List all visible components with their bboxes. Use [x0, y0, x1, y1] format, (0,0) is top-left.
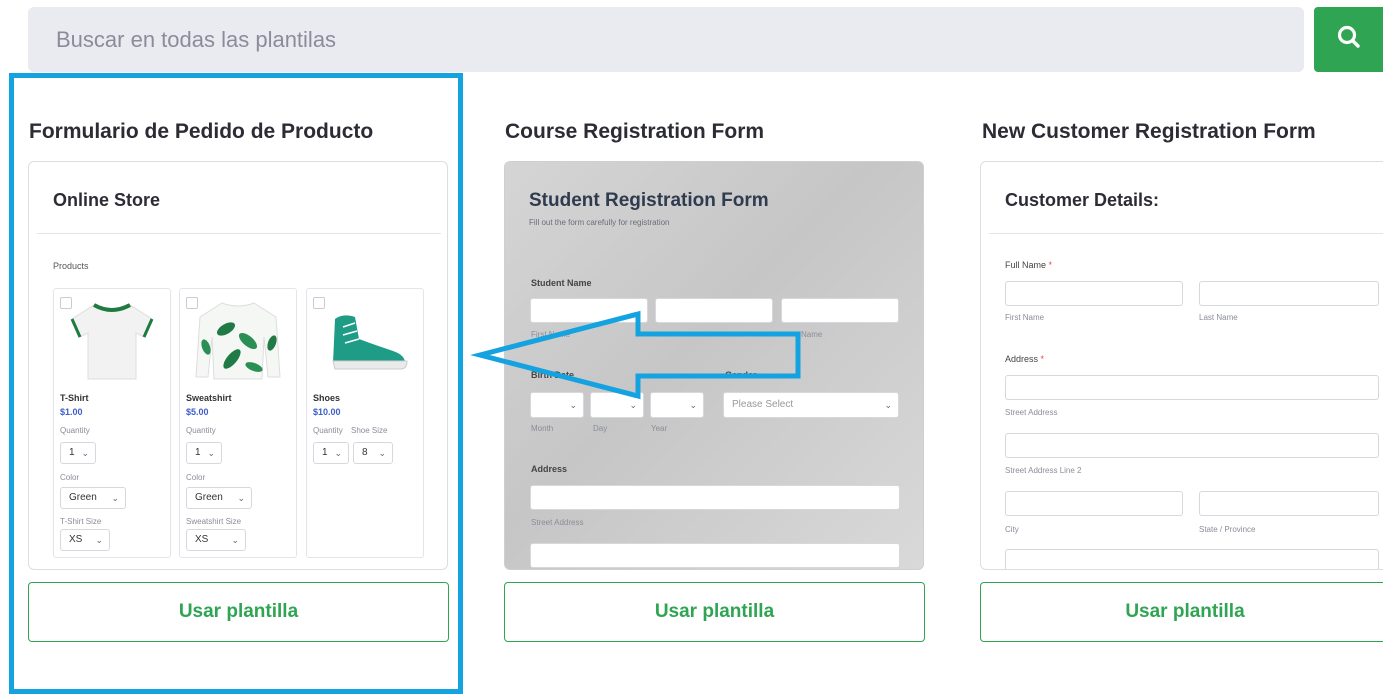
month-sublabel: Month [531, 424, 554, 433]
selection-highlight [9, 73, 463, 694]
address-label: Address * [1005, 354, 1045, 364]
divider [989, 233, 1383, 234]
street-address-line2-input[interactable] [1005, 433, 1379, 458]
last-name-input[interactable] [1199, 281, 1379, 306]
street-address-line2-input[interactable] [530, 543, 900, 568]
student-name-label: Student Name [531, 278, 592, 288]
card-title: Course Registration Form [505, 120, 765, 143]
street-address-input[interactable] [530, 485, 900, 510]
street-address-input[interactable] [1005, 375, 1379, 400]
full-name-label: Full Name * [1005, 260, 1053, 270]
state-input[interactable] [1199, 491, 1379, 516]
year-sublabel: Year [651, 424, 668, 433]
preview-subheading: Fill out the form carefully for registra… [529, 218, 670, 227]
street-address-line2-sublabel: Street Address Line 2 [1005, 466, 1082, 475]
street-address-sublabel: Street Address [1005, 408, 1058, 417]
day-sublabel: Day [593, 424, 608, 433]
city-input[interactable] [1005, 491, 1183, 516]
street-address-sublabel: Street Address [531, 518, 584, 527]
preview-heading: Customer Details: [1005, 190, 1160, 210]
search-input[interactable] [56, 26, 1304, 53]
use-template-button[interactable]: Usar plantilla [504, 582, 925, 642]
search-bar [28, 7, 1304, 72]
state-sublabel: State / Province [1199, 525, 1256, 534]
use-template-button[interactable]: Usar plantilla [980, 582, 1383, 642]
search-button[interactable] [1314, 7, 1383, 72]
first-name-sublabel: First Name [1005, 313, 1045, 322]
card-title: New Customer Registration Form [982, 120, 1316, 143]
preview-heading: Student Registration Form [529, 190, 769, 211]
arrow-left-icon [470, 310, 801, 400]
search-icon [1336, 24, 1362, 55]
first-name-input[interactable] [1005, 281, 1183, 306]
address-label: Address [531, 464, 568, 474]
city-sublabel: City [1005, 525, 1019, 534]
last-name-sublabel: Last Name [1199, 313, 1238, 322]
postal-code-input[interactable] [1005, 549, 1379, 569]
template-preview-customer-registration[interactable]: Customer Details: Full Name * First Name… [980, 161, 1383, 570]
